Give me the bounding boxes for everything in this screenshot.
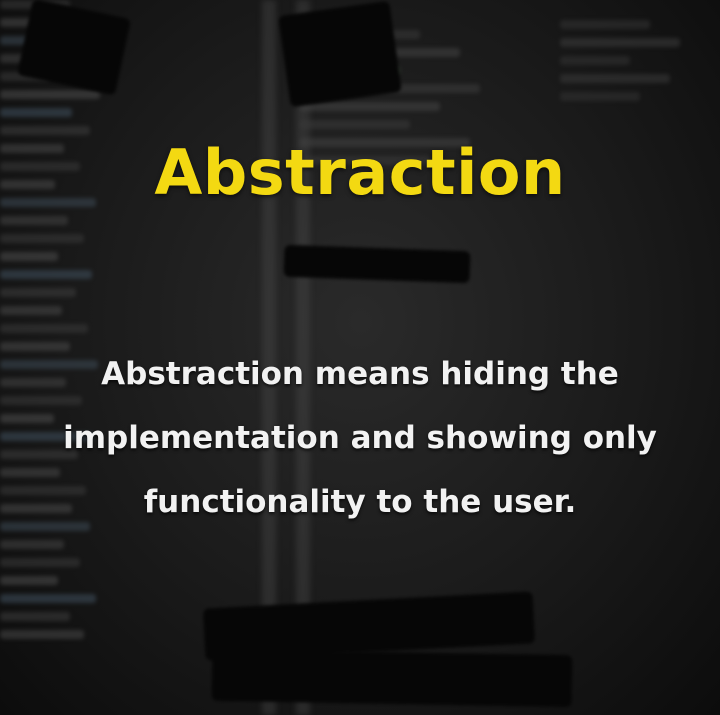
blurred-code-right: [560, 20, 720, 110]
definition-line: functionality to the user.: [143, 484, 577, 520]
definition-line: Abstraction means hiding the: [101, 356, 619, 392]
post-image: Abstraction Abstraction means hiding the…: [0, 0, 720, 715]
definition-text: Abstraction means hiding the implementat…: [20, 342, 700, 534]
redacted-mark: [278, 0, 402, 108]
redacted-mark: [211, 648, 573, 708]
redacted-mark: [283, 244, 471, 284]
blurred-code-left: [0, 0, 110, 648]
definition-line: implementation and showing only: [63, 420, 657, 456]
page-title: Abstraction: [154, 136, 566, 209]
